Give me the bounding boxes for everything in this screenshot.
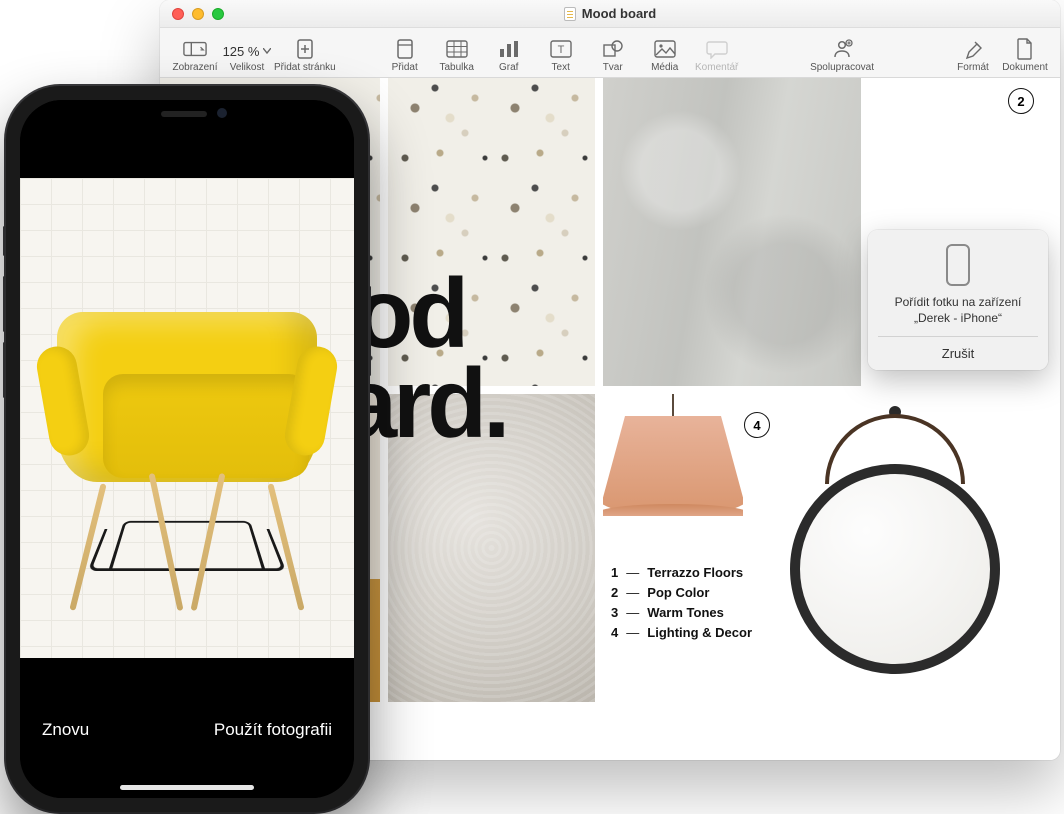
collaborate-button[interactable]: Spolupracovat bbox=[810, 38, 874, 73]
shape-button[interactable]: Tvar bbox=[588, 38, 638, 73]
callout-4[interactable]: 4 bbox=[744, 412, 770, 438]
popover-text: Pořídit fotku na zařízení „Derek - iPhon… bbox=[878, 294, 1038, 326]
table-icon bbox=[445, 38, 469, 60]
comment-button[interactable]: Komentář bbox=[692, 38, 742, 73]
zoom-control[interactable]: 125 % Velikost bbox=[222, 40, 272, 73]
chart-button[interactable]: Graf bbox=[484, 38, 534, 73]
insert-button[interactable]: Přidat bbox=[380, 38, 430, 73]
document-icon bbox=[1013, 38, 1037, 60]
captured-photo[interactable] bbox=[20, 178, 354, 658]
tile-concrete[interactable] bbox=[603, 78, 861, 386]
toolbar: Zobrazení 125 % Velikost Přidat stránku … bbox=[160, 28, 1060, 78]
continuity-camera-popover: Pořídit fotku na zařízení „Derek - iPhon… bbox=[868, 230, 1048, 370]
zoom-value: 125 % bbox=[223, 40, 272, 62]
chevron-down-icon bbox=[263, 48, 271, 54]
insert-icon bbox=[393, 38, 417, 60]
chart-icon bbox=[497, 38, 521, 60]
collaborate-icon bbox=[830, 38, 854, 60]
legend-row: 2—Pop Color bbox=[611, 583, 752, 603]
media-icon bbox=[653, 38, 677, 60]
svg-text:T: T bbox=[557, 44, 564, 56]
mute-switch bbox=[3, 226, 6, 256]
volume-up bbox=[3, 276, 6, 332]
text-icon: T bbox=[549, 38, 573, 60]
comment-icon bbox=[705, 38, 729, 60]
phone-outline-icon bbox=[946, 244, 970, 286]
side-button bbox=[368, 286, 371, 376]
table-button[interactable]: Tabulka bbox=[432, 38, 482, 73]
legend-row: 3—Warm Tones bbox=[611, 603, 752, 623]
home-indicator[interactable] bbox=[120, 785, 254, 790]
legend-row: 1—Terrazzo Floors bbox=[611, 563, 752, 583]
camera-bottom-bar: Znovu Použít fotografii bbox=[20, 658, 354, 798]
retake-button[interactable]: Znovu bbox=[42, 720, 89, 740]
add-page-button[interactable]: Přidat stránku bbox=[274, 38, 336, 73]
view-icon bbox=[183, 38, 207, 60]
notch bbox=[97, 100, 277, 130]
titlebar[interactable]: Mood board bbox=[160, 0, 1060, 28]
tile-mirror[interactable] bbox=[760, 394, 1030, 702]
format-button[interactable]: Formát bbox=[948, 38, 998, 73]
document-title: Mood board bbox=[160, 6, 1060, 21]
iphone-screen: Znovu Použít fotografii bbox=[20, 100, 354, 798]
media-button[interactable]: Média bbox=[640, 38, 690, 73]
shape-icon bbox=[601, 38, 625, 60]
use-photo-button[interactable]: Použít fotografii bbox=[214, 720, 332, 740]
document-title-text: Mood board bbox=[582, 6, 656, 21]
iphone-device: Znovu Použít fotografii bbox=[6, 86, 368, 812]
cancel-button[interactable]: Zrušit bbox=[878, 336, 1038, 370]
legend-row: 4—Lighting & Decor bbox=[611, 623, 752, 643]
view-button[interactable]: Zobrazení bbox=[170, 38, 220, 73]
format-icon bbox=[961, 38, 985, 60]
legend: 1—Terrazzo Floors 2—Pop Color 3—Warm Ton… bbox=[611, 563, 752, 644]
yellow-chair-photo bbox=[37, 282, 337, 612]
add-page-icon bbox=[293, 38, 317, 60]
tile-lamp[interactable] bbox=[603, 394, 743, 554]
callout-2[interactable]: 2 bbox=[1008, 88, 1034, 114]
text-button[interactable]: T Text bbox=[536, 38, 586, 73]
volume-down bbox=[3, 342, 6, 398]
document-icon bbox=[564, 7, 576, 21]
document-button[interactable]: Dokument bbox=[1000, 38, 1050, 73]
